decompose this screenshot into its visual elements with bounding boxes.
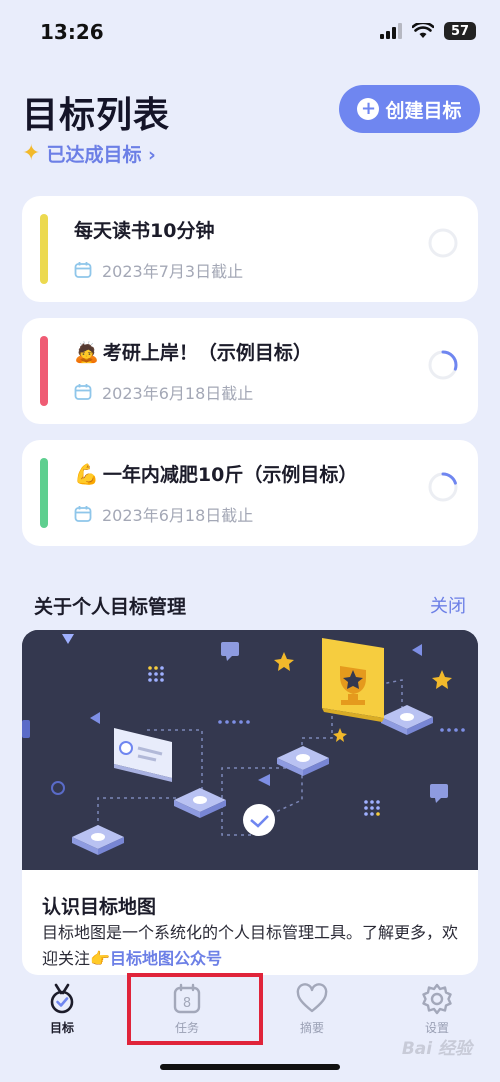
tab-summary[interactable]: 摘要: [262, 983, 362, 1043]
goal-title-row: 每天读书10分钟: [74, 216, 214, 243]
goal-deadline-row: 2023年6月18日截止: [74, 380, 253, 404]
progress-ring-icon: [428, 350, 458, 380]
create-goal-label: 创建目标: [385, 99, 462, 122]
signal-icon: [380, 23, 402, 39]
goal-title: 考研上岸！（示例目标）: [102, 342, 312, 364]
close-section-button[interactable]: 关闭: [430, 592, 466, 618]
status-time: 13:26: [40, 20, 104, 44]
plus-icon: +: [357, 98, 380, 120]
calendar-icon: [74, 384, 92, 400]
goal-deadline: 2023年6月18日截止: [102, 506, 254, 525]
goal-color-bar: [40, 336, 48, 406]
goal-deadline: 2023年6月18日截止: [102, 384, 254, 403]
status-icons: 57: [380, 22, 476, 40]
home-indicator[interactable]: [160, 1064, 340, 1070]
info-card-text: 目标地图是一个系统化的个人目标管理工具。了解更多，欢迎关注👉: [42, 923, 459, 968]
status-bar: 13:26 57: [0, 0, 500, 62]
goal-card[interactable]: 每天读书10分钟 2023年7月3日截止: [22, 196, 478, 302]
tab-label: 目标: [49, 1021, 74, 1035]
goal-card[interactable]: 💪 一年内减肥10斤（示例目标） 2023年6月18日截止: [22, 440, 478, 546]
goal-color-bar: [40, 214, 48, 284]
progress-ring-icon: [428, 228, 458, 258]
goal-color-bar: [40, 458, 48, 528]
watermark: Bai 经验: [401, 1039, 472, 1059]
goal-title: 每天读书10分钟: [74, 220, 215, 242]
goal-deadline: 2023年7月3日截止: [102, 262, 244, 281]
create-goal-button[interactable]: + 创建目标: [339, 85, 480, 133]
gear-icon: [422, 983, 452, 1015]
goal-deadline-row: 2023年7月3日截止: [74, 258, 243, 282]
goal-title-row: 💪 一年内减肥10斤（示例目标）: [74, 460, 357, 487]
info-card-body: 目标地图是一个系统化的个人目标管理工具。了解更多，欢迎关注👉目标地图公众号: [42, 920, 462, 972]
wifi-icon: [412, 23, 434, 38]
page-title: 目标列表: [22, 95, 171, 136]
achieved-goals-label: 已达成目标 ›: [46, 144, 156, 166]
progress-ring-icon: [428, 472, 458, 502]
goal-deadline-row: 2023年6月18日截止: [74, 502, 253, 526]
official-account-link[interactable]: 目标地图公众号: [110, 949, 222, 968]
flexed-biceps-icon: 💪: [74, 461, 99, 486]
bowing-person-icon: 🙇: [74, 339, 99, 364]
tasks-tab-highlight: [127, 973, 263, 1045]
goal-title: 一年内减肥10斤（示例目标）: [102, 464, 358, 486]
section-title: 关于个人目标管理: [34, 596, 187, 618]
goal-card[interactable]: 🙇 考研上岸！（示例目标） 2023年6月18日截止: [22, 318, 478, 424]
goal-map-illustration: [22, 630, 478, 870]
achieved-goals-link[interactable]: ✦ 已达成目标 ›: [22, 140, 156, 167]
tab-goals[interactable]: 目标: [12, 983, 112, 1043]
goal-title-row: 🙇 考研上岸！（示例目标）: [74, 338, 312, 365]
info-card-title: 认识目标地图: [42, 896, 157, 918]
info-card[interactable]: 认识目标地图 目标地图是一个系统化的个人目标管理工具。了解更多，欢迎关注👉目标地…: [22, 630, 478, 975]
tab-label: 摘要: [299, 1021, 324, 1035]
battery-indicator: 57: [444, 22, 476, 40]
calendar-icon: [74, 262, 92, 278]
calendar-icon: [74, 506, 92, 522]
screen: 13:26 57 目标列表 + 创建目标 ✦ 已达成目标 › 每天读书10分钟 …: [0, 0, 500, 1082]
medal-check-icon: [50, 983, 74, 1014]
heart-icon: [296, 983, 328, 1013]
star-icon: ✦: [22, 141, 41, 166]
